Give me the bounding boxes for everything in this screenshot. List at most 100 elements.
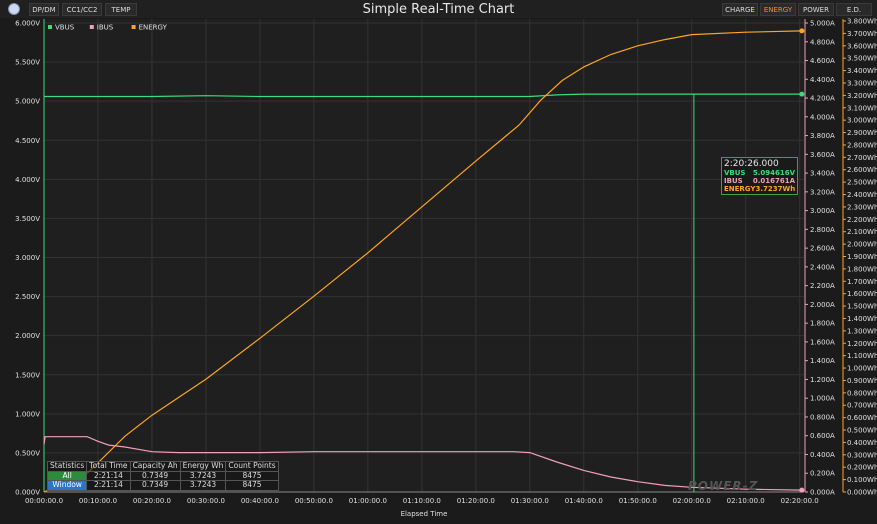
y-right-tick-label: 1.800Wh — [847, 265, 877, 273]
y-right-tick-label: 1.500Wh — [847, 303, 877, 311]
y-right-tick-label: 2.800Wh — [847, 141, 877, 149]
y-right-tick-label: 2.900Wh — [847, 129, 877, 137]
y-right-tick-label: 1.900Wh — [847, 253, 877, 261]
y-right-tick-label: 1.200Wh — [847, 340, 877, 348]
table-header: Capacity Ah — [129, 461, 181, 472]
y-right-tick-label: 3.800Wh — [847, 18, 877, 26]
y-right-tick-label: 0.400Wh — [847, 439, 877, 447]
y-right-tick-label: 0.100Wh — [847, 476, 877, 484]
brand-watermark: POWER-Z — [688, 479, 759, 493]
legend-label: IBUS — [97, 24, 114, 32]
y-left-tick-label: 1.500V — [15, 371, 40, 379]
tooltip-row-energy: ENERGY 3.7237Wh — [724, 185, 795, 193]
series-endpoint-ibus — [799, 487, 805, 493]
cursor-tooltip: 2:20:26.000 VBUS 5.094616V IBUS 0.016761… — [721, 157, 798, 195]
y-mid-tick-label: 0.600A — [810, 432, 835, 440]
y-mid-tick-label: 0.000A — [810, 489, 835, 497]
y-right-tick-label: 3.700Wh — [847, 30, 877, 38]
series-endpoint-energy — [799, 28, 805, 34]
y-mid-tick-label: 2.400A — [810, 263, 835, 271]
y-left-tick-label: 0.500V — [15, 449, 40, 457]
grid — [43, 19, 804, 493]
y-right-tick-label: 0.300Wh — [847, 451, 877, 459]
y-mid-tick-label: 0.800A — [810, 413, 835, 421]
y-right-tick-label: 1.700Wh — [847, 278, 877, 286]
tooltip-value: 5.094616V — [752, 169, 795, 177]
legend-label: ENERGY — [139, 24, 168, 32]
table-cell: 8475 — [225, 480, 279, 491]
y-mid-tick-label: 1.200A — [810, 376, 835, 384]
x-tick-label: 02:00:00.0 — [673, 497, 711, 505]
y-mid-tick-label: 2.000A — [810, 301, 835, 309]
y-left-tick-label: 2.000V — [15, 332, 40, 340]
y-mid-tick-label: 1.000A — [810, 395, 835, 403]
y-right-tick-label: 2.300Wh — [847, 203, 877, 211]
y-right-tick-label: 1.400Wh — [847, 315, 877, 323]
x-tick-label: 01:40:00.0 — [565, 497, 603, 505]
table-cell: 2:21:14 — [86, 480, 131, 491]
y-mid-tick-label: 3.200A — [810, 188, 835, 196]
x-tick-label: 00:00:00.0 — [25, 497, 63, 505]
y-mid-tick-label: 2.800A — [810, 226, 835, 234]
y-left-tick-label: 1.000V — [15, 410, 40, 418]
y-mid-tick-label: 4.400A — [810, 76, 835, 84]
y-right-tick-label: 3.000Wh — [847, 117, 877, 125]
x-tick-label: 00:30:00.0 — [187, 497, 225, 505]
y-mid-tick-label: 3.600A — [810, 151, 835, 159]
y-right-tick-label: 3.200Wh — [847, 92, 877, 100]
y-right-tick-label: 3.300Wh — [847, 79, 877, 87]
y-left-tick-label: 6.000V — [15, 20, 40, 28]
y-mid-tick-label: 4.600A — [810, 57, 835, 65]
y-mid-tick-label: 3.400A — [810, 170, 835, 178]
y-right-tick-label: 2.100Wh — [847, 228, 877, 236]
table-header: Total Time — [86, 461, 131, 472]
x-axis-label-group: Elapsed Time — [401, 510, 448, 518]
statistics-table: Statistics Total Time Capacity Ah Energy… — [46, 461, 279, 491]
y-left-tick-label: 4.000V — [15, 176, 40, 184]
y-right-tick-label: 2.500Wh — [847, 179, 877, 187]
y-right-tick-label: 0.000Wh — [847, 489, 877, 497]
y-right-tick-label: 3.600Wh — [847, 42, 877, 50]
y-mid-tick-label: 0.200A — [810, 470, 835, 478]
tooltip-value: 3.7237Wh — [755, 185, 796, 193]
y-mid-tick-label: 1.400A — [810, 357, 835, 365]
y-left-tick-label: 4.500V — [15, 137, 40, 145]
x-tick-label: 01:30:00.0 — [511, 497, 549, 505]
statistics-row-window: Window 2:21:14 0.7349 3.7243 8475 — [46, 480, 279, 491]
table-cell: 0.7349 — [129, 480, 181, 491]
x-tick-label: 01:00:00.0 — [349, 497, 387, 505]
y-mid-tick-label: 4.200A — [810, 95, 835, 103]
y-mid-tick-label: 1.600A — [810, 338, 835, 346]
table-header: Energy Wh — [179, 461, 227, 472]
y-left-tick-label: 0.000V — [15, 489, 40, 497]
x-tick-label: 00:50:00.0 — [295, 497, 333, 505]
y-right-tick-label: 1.600Wh — [847, 290, 877, 298]
tooltip-label: ENERGY — [724, 185, 756, 193]
legend-swatch — [131, 25, 136, 29]
y-right-tick-label: 0.200Wh — [847, 464, 877, 472]
tooltip-time: 2:20:26.000 — [724, 159, 779, 169]
row-label-window[interactable]: Window — [46, 480, 88, 491]
chart-area[interactable]: 0.000V 0.500V 1.000V 1.500V 2.000V 2.500V 3.00… — [0, 0, 877, 524]
y-right-tick-label: 2.700Wh — [847, 154, 877, 162]
y-right-tick-label: 1.100Wh — [847, 352, 877, 360]
y-right-tick-label: 1.300Wh — [847, 327, 877, 335]
y-right-tick-label: 2.400Wh — [847, 191, 877, 199]
table-cell: 3.7243 — [179, 480, 227, 491]
tooltip-label: VBUS — [724, 169, 746, 177]
table-header: Count Points — [225, 461, 279, 472]
table-header: Statistics — [46, 461, 88, 472]
y-right-tick-label: 1.000Wh — [847, 365, 877, 373]
y-left-tick-label: 5.000V — [15, 98, 40, 106]
legend-swatch — [48, 25, 52, 29]
y-right-tick-label: 3.500Wh — [847, 55, 877, 63]
x-axis-label: Elapsed Time — [401, 510, 448, 518]
y-left-tick-label: 3.000V — [15, 254, 40, 262]
tooltip-label: IBUS — [724, 177, 743, 185]
y-right-tick-label: 0.700Wh — [847, 402, 877, 410]
y-right-tick-label: 0.900Wh — [847, 377, 877, 385]
x-tick-label: 02:20:00.0 — [781, 497, 819, 505]
x-tick-label: 00:20:00.0 — [133, 497, 171, 505]
y-mid-tick-label: 0.400A — [810, 451, 835, 459]
y-left-tick-label: 5.500V — [15, 59, 40, 67]
